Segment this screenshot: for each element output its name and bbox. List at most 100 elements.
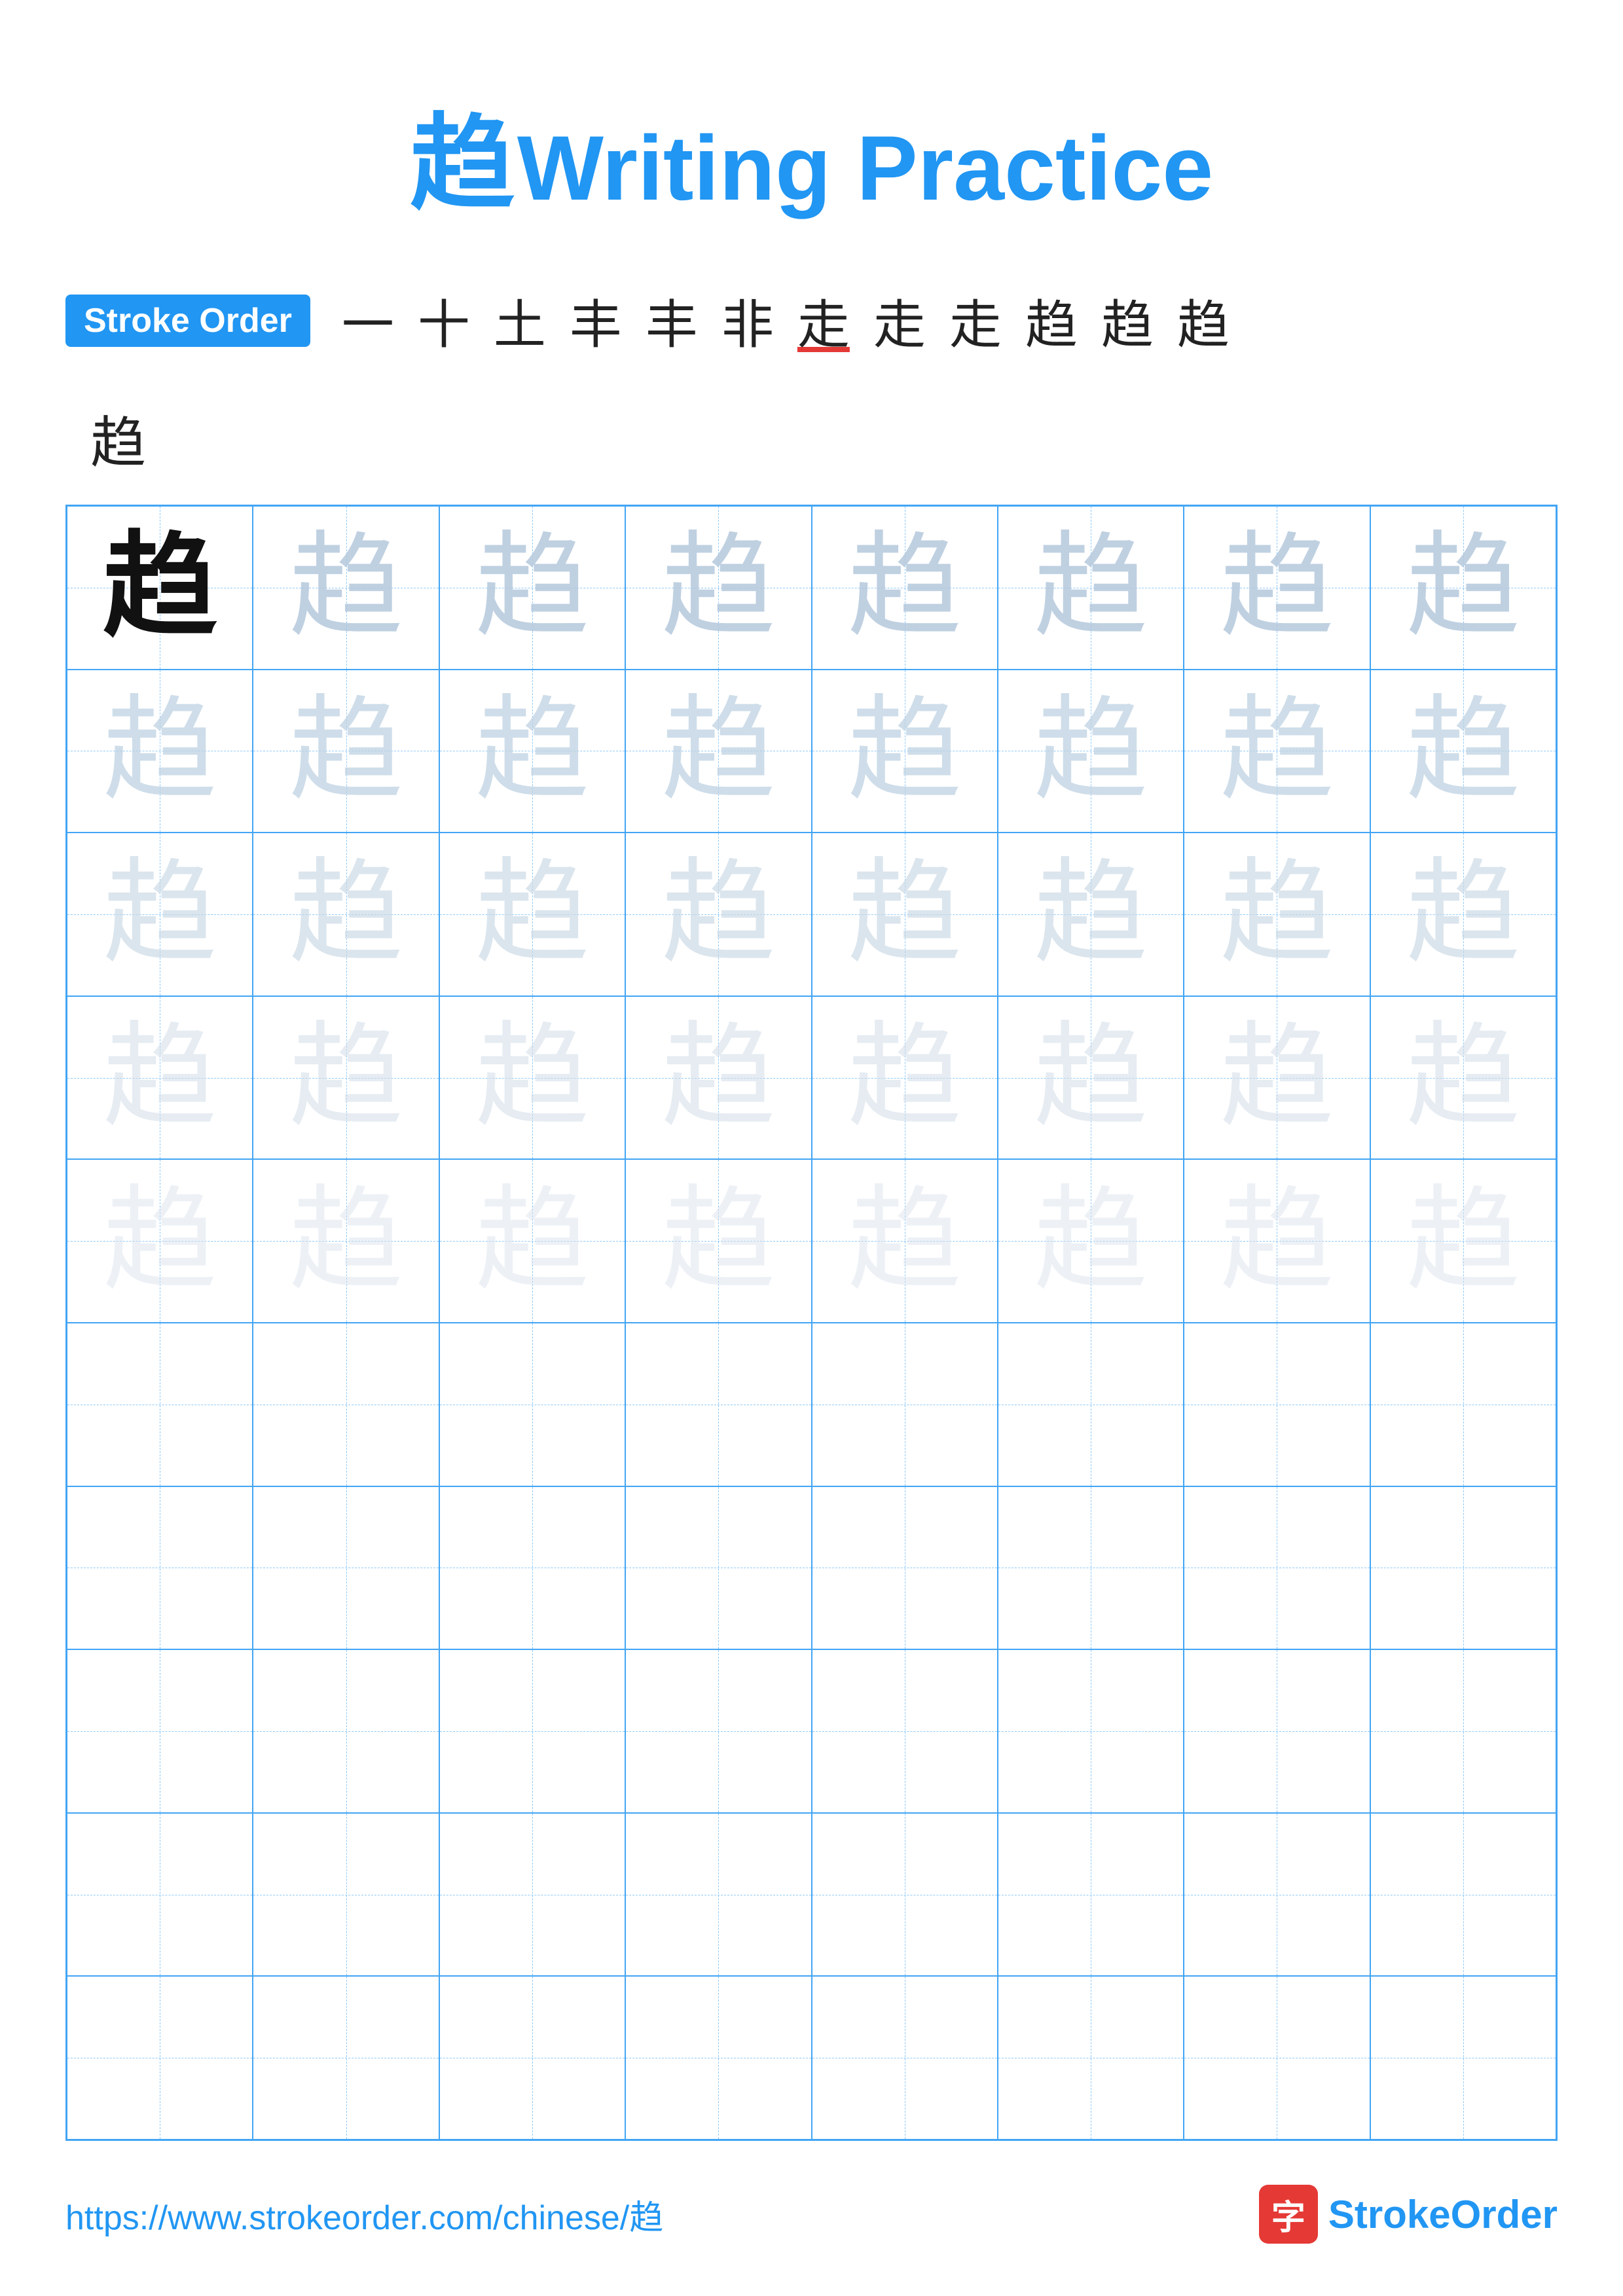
grid-cell-r4c7[interactable]: 趋 bbox=[1184, 996, 1370, 1160]
grid-cell-r6c8[interactable] bbox=[1370, 1323, 1556, 1486]
grid-cell-r6c3[interactable] bbox=[439, 1323, 625, 1486]
grid-cell-r1c8[interactable]: 趋 bbox=[1370, 506, 1556, 670]
grid-cell-r5c7[interactable]: 趋 bbox=[1184, 1159, 1370, 1323]
grid-cell-r6c6[interactable] bbox=[998, 1323, 1184, 1486]
title-text: Writing Practice bbox=[517, 117, 1213, 219]
grid-cell-r7c8[interactable] bbox=[1370, 1486, 1556, 1650]
grid-cell-r6c7[interactable] bbox=[1184, 1323, 1370, 1486]
grid-cell-r9c7[interactable] bbox=[1184, 1813, 1370, 1977]
grid-cell-r8c3[interactable] bbox=[439, 1649, 625, 1813]
grid-cell-r4c4[interactable]: 趋 bbox=[625, 996, 811, 1160]
grid-cell-r5c2[interactable]: 趋 bbox=[253, 1159, 439, 1323]
grid-cell-r7c4[interactable] bbox=[625, 1486, 811, 1650]
grid-cell-r3c1[interactable]: 趋 bbox=[67, 833, 253, 996]
grid-cell-r6c1[interactable] bbox=[67, 1323, 253, 1486]
grid-cell-r3c6[interactable]: 趋 bbox=[998, 833, 1184, 996]
grid-cell-r5c5[interactable]: 趋 bbox=[812, 1159, 998, 1323]
cell-char: 趋 bbox=[847, 1020, 962, 1135]
grid-cell-r6c2[interactable] bbox=[253, 1323, 439, 1486]
grid-cell-r9c8[interactable] bbox=[1370, 1813, 1556, 1977]
grid-cell-r9c3[interactable] bbox=[439, 1813, 625, 1977]
grid-cell-r5c4[interactable]: 趋 bbox=[625, 1159, 811, 1323]
grid-cell-r8c5[interactable] bbox=[812, 1649, 998, 1813]
grid-cell-r5c3[interactable]: 趋 bbox=[439, 1159, 625, 1323]
grid-cell-r1c3[interactable]: 趋 bbox=[439, 506, 625, 670]
grid-cell-r2c6[interactable]: 趋 bbox=[998, 670, 1184, 833]
cell-char: 趋 bbox=[289, 530, 403, 645]
grid-cell-r8c4[interactable] bbox=[625, 1649, 811, 1813]
grid-cell-r7c2[interactable] bbox=[253, 1486, 439, 1650]
cell-char: 趋 bbox=[289, 1020, 403, 1135]
grid-cell-r3c7[interactable]: 趋 bbox=[1184, 833, 1370, 996]
grid-cell-r6c4[interactable] bbox=[625, 1323, 811, 1486]
stroke-step-6: 非 bbox=[721, 283, 774, 359]
grid-cell-r3c3[interactable]: 趋 bbox=[439, 833, 625, 996]
cell-char: 趋 bbox=[103, 857, 217, 971]
grid-cell-r5c6[interactable]: 趋 bbox=[998, 1159, 1184, 1323]
grid-cell-r7c6[interactable] bbox=[998, 1486, 1184, 1650]
cell-char: 趋 bbox=[475, 530, 589, 645]
grid-cell-r4c5[interactable]: 趋 bbox=[812, 996, 998, 1160]
grid-cell-r2c2[interactable]: 趋 bbox=[253, 670, 439, 833]
grid-cell-r9c6[interactable] bbox=[998, 1813, 1184, 1977]
grid-cell-r10c1[interactable] bbox=[67, 1976, 253, 2140]
stroke-step-8: 走 bbox=[873, 283, 926, 359]
grid-cell-r9c2[interactable] bbox=[253, 1813, 439, 1977]
grid-cell-r9c1[interactable] bbox=[67, 1813, 253, 1977]
grid-cell-r10c8[interactable] bbox=[1370, 1976, 1556, 2140]
footer-logo-order: Order bbox=[1451, 2193, 1558, 2236]
grid-cell-r3c4[interactable]: 趋 bbox=[625, 833, 811, 996]
cell-char: 趋 bbox=[1034, 857, 1148, 971]
grid-cell-r1c7[interactable]: 趋 bbox=[1184, 506, 1370, 670]
grid-cell-r3c2[interactable]: 趋 bbox=[253, 833, 439, 996]
grid-cell-r2c7[interactable]: 趋 bbox=[1184, 670, 1370, 833]
grid-cell-r4c1[interactable]: 趋 bbox=[67, 996, 253, 1160]
grid-cell-r7c5[interactable] bbox=[812, 1486, 998, 1650]
grid-cell-r1c2[interactable]: 趋 bbox=[253, 506, 439, 670]
grid-cell-r4c2[interactable]: 趋 bbox=[253, 996, 439, 1160]
grid-cell-r10c6[interactable] bbox=[998, 1976, 1184, 2140]
footer-logo-stroke: Stroke bbox=[1328, 2193, 1451, 2236]
grid-cell-r9c4[interactable] bbox=[625, 1813, 811, 1977]
grid-cell-r2c5[interactable]: 趋 bbox=[812, 670, 998, 833]
grid-cell-r4c6[interactable]: 趋 bbox=[998, 996, 1184, 1160]
grid-cell-r10c3[interactable] bbox=[439, 1976, 625, 2140]
grid-cell-r8c1[interactable] bbox=[67, 1649, 253, 1813]
grid-cell-r2c1[interactable]: 趋 bbox=[67, 670, 253, 833]
practice-grid: 趋 趋 趋 趋 趋 趋 趋 趋 趋 趋 趋 趋 趋 趋 趋 趋 趋 趋 趋 趋 … bbox=[65, 505, 1558, 2141]
grid-cell-r2c3[interactable]: 趋 bbox=[439, 670, 625, 833]
grid-cell-r2c8[interactable]: 趋 bbox=[1370, 670, 1556, 833]
cell-char: 趋 bbox=[1406, 1184, 1520, 1299]
grid-cell-r5c8[interactable]: 趋 bbox=[1370, 1159, 1556, 1323]
grid-cell-r3c5[interactable]: 趋 bbox=[812, 833, 998, 996]
grid-cell-r3c8[interactable]: 趋 bbox=[1370, 833, 1556, 996]
grid-cell-r9c5[interactable] bbox=[812, 1813, 998, 1977]
grid-cell-r7c7[interactable] bbox=[1184, 1486, 1370, 1650]
cell-char: 趋 bbox=[1034, 530, 1148, 645]
cell-char: 趋 bbox=[1406, 1020, 1520, 1135]
grid-cell-r6c5[interactable] bbox=[812, 1323, 998, 1486]
grid-cell-r2c4[interactable]: 趋 bbox=[625, 670, 811, 833]
grid-cell-r4c8[interactable]: 趋 bbox=[1370, 996, 1556, 1160]
grid-cell-r1c6[interactable]: 趋 bbox=[998, 506, 1184, 670]
grid-cell-r8c8[interactable] bbox=[1370, 1649, 1556, 1813]
grid-cell-r1c5[interactable]: 趋 bbox=[812, 506, 998, 670]
grid-cell-r7c1[interactable] bbox=[67, 1486, 253, 1650]
cell-char: 趋 bbox=[289, 1184, 403, 1299]
grid-cell-r8c7[interactable] bbox=[1184, 1649, 1370, 1813]
grid-cell-r10c4[interactable] bbox=[625, 1976, 811, 2140]
grid-cell-r10c7[interactable] bbox=[1184, 1976, 1370, 2140]
grid-cell-r10c5[interactable] bbox=[812, 1976, 998, 2140]
grid-cell-r4c3[interactable]: 趋 bbox=[439, 996, 625, 1160]
cell-char: 趋 bbox=[1220, 694, 1334, 808]
grid-cell-r1c4[interactable]: 趋 bbox=[625, 506, 811, 670]
grid-cell-r1c1[interactable]: 趋 bbox=[67, 506, 253, 670]
footer-url[interactable]: https://www.strokeorder.com/chinese/趋 bbox=[65, 2190, 663, 2239]
cell-char: 趋 bbox=[1034, 1184, 1148, 1299]
grid-cell-r7c3[interactable] bbox=[439, 1486, 625, 1650]
grid-cell-r8c2[interactable] bbox=[253, 1649, 439, 1813]
grid-cell-r10c2[interactable] bbox=[253, 1976, 439, 2140]
grid-cell-r5c1[interactable]: 趋 bbox=[67, 1159, 253, 1323]
grid-cell-r8c6[interactable] bbox=[998, 1649, 1184, 1813]
stroke-step-9: 走 bbox=[949, 283, 1002, 359]
